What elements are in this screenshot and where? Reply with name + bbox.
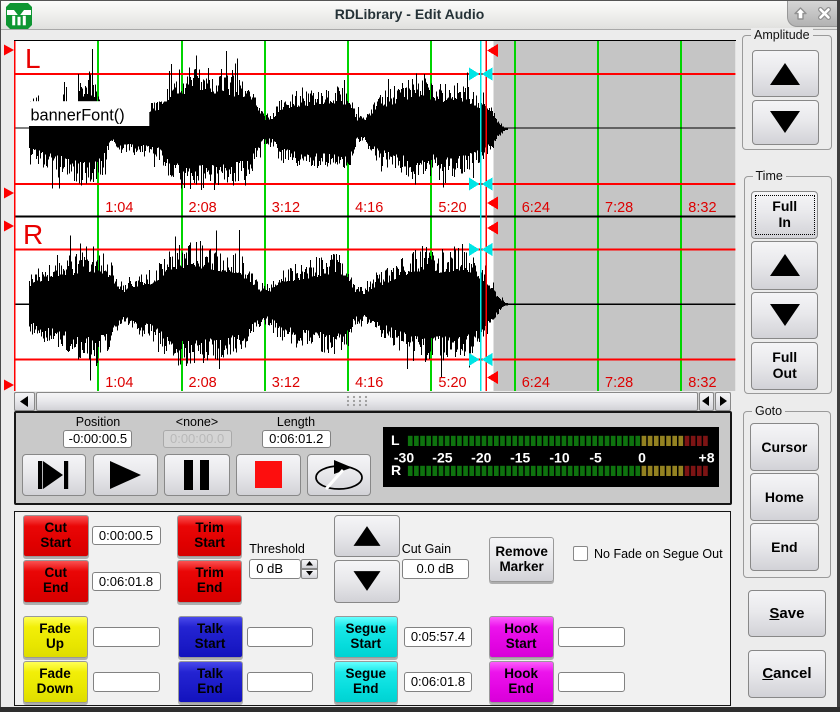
svg-text:L: L <box>391 432 400 448</box>
svg-text:1:04: 1:04 <box>105 200 133 216</box>
svg-text:-20: -20 <box>471 449 491 465</box>
svg-text:3:12: 3:12 <box>272 200 300 216</box>
svg-text:2:08: 2:08 <box>189 200 217 216</box>
svg-text:4:16: 4:16 <box>355 200 383 216</box>
svg-text:-5: -5 <box>589 449 602 465</box>
svg-text:-15: -15 <box>510 449 530 465</box>
svg-text:L: L <box>25 43 41 74</box>
svg-text:0: 0 <box>638 449 646 465</box>
svg-text:3:12: 3:12 <box>272 375 300 391</box>
svg-text:-30: -30 <box>394 449 414 465</box>
svg-text:6:24: 6:24 <box>522 200 550 216</box>
svg-text:5:20: 5:20 <box>438 200 466 216</box>
svg-text:+8: +8 <box>699 449 715 465</box>
svg-text:7:28: 7:28 <box>605 375 633 391</box>
svg-text:6:24: 6:24 <box>522 375 550 391</box>
svg-text:2:08: 2:08 <box>189 375 217 391</box>
svg-text:8:32: 8:32 <box>688 375 716 391</box>
svg-text:8:32: 8:32 <box>688 200 716 216</box>
svg-text:7:28: 7:28 <box>605 200 633 216</box>
svg-text:bannerFont(): bannerFont() <box>31 107 125 125</box>
svg-text:R: R <box>23 219 43 250</box>
svg-text:1:04: 1:04 <box>105 375 133 391</box>
svg-text:4:16: 4:16 <box>355 375 383 391</box>
svg-text:-10: -10 <box>549 449 569 465</box>
svg-text:5:20: 5:20 <box>438 375 466 391</box>
svg-text:-25: -25 <box>432 449 452 465</box>
